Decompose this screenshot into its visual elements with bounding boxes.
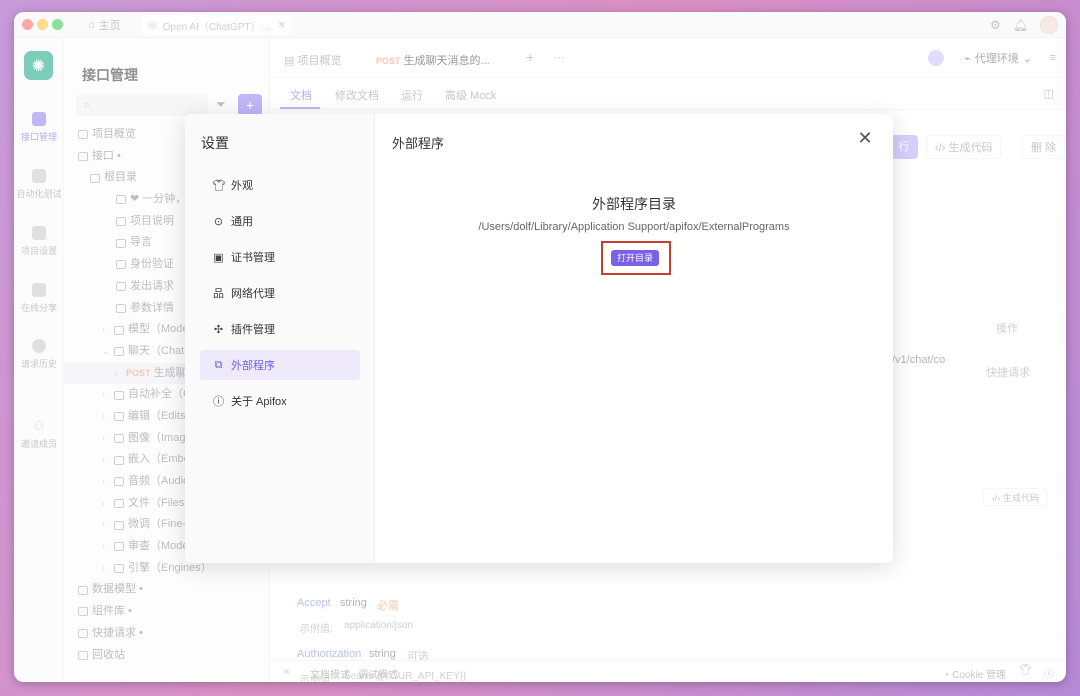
settings-menu: 设置 👕︎ 外观 ⊙ 通用 ▣ 证书管理 品网络代理 ✣ 插件管理 ⧉ 外部程序 ⓘ 关于 … [185,114,375,563]
menu-label: 外部程序 [231,360,275,372]
menu-label: 外观 [231,180,253,192]
settings-modal: 设置 👕︎ 外观 ⊙ 通用 ▣ 证书管理 品网络代理 ✣ 插件管理 ⧉ 外部程序 ⓘ 关于 … [185,114,893,563]
menu-label: 关于 Apifox [231,396,287,408]
highlight-box: 打开目录 [601,241,671,275]
menu-label: 通用 [231,216,253,228]
menu-label: 网络代理 [231,288,275,300]
close-icon[interactable]: ✕ [855,128,875,148]
external-programs-icon: ⧉ [214,358,223,371]
menu-label: 插件管理 [231,324,275,336]
external-programs-path: /Users/dolf/Library/Application Support/… [478,221,790,233]
general-settings-icon: ⊙ [213,215,224,228]
panel-title: 外部程序 [392,136,445,151]
app-window: ⌂ 主页 ◎ Open AI（ChatGPT）官... ✕ ⚙ 🔔︎ ✺ 接口管… [14,12,1066,682]
open-directory-button[interactable]: 打开目录 [611,250,659,266]
menu-item-general[interactable]: ⊙ 通用 [200,206,360,236]
external-programs-heading: 外部程序目录 [592,196,676,212]
settings-title: 设置 [201,135,229,151]
info-icon: ⓘ [213,396,224,408]
menu-item-plugins[interactable]: ✣ 插件管理 [200,314,360,344]
menu-label: 证书管理 [231,252,275,264]
menu-item-external-programs[interactable]: ⧉ 外部程序 [200,350,360,380]
certificate-icon: ▣ [213,251,224,264]
menu-item-about[interactable]: ⓘ 关于 Apifox [200,386,360,416]
menu-item-network-proxy[interactable]: 品网络代理 [200,278,360,308]
puzzle-icon: ✣ [213,323,224,336]
network-icon: 品 [213,288,224,300]
shirt-icon: 👕︎ [212,179,226,192]
menu-item-appearance[interactable]: 👕︎ 外观 [200,170,360,200]
menu-item-certificates[interactable]: ▣ 证书管理 [200,242,360,272]
